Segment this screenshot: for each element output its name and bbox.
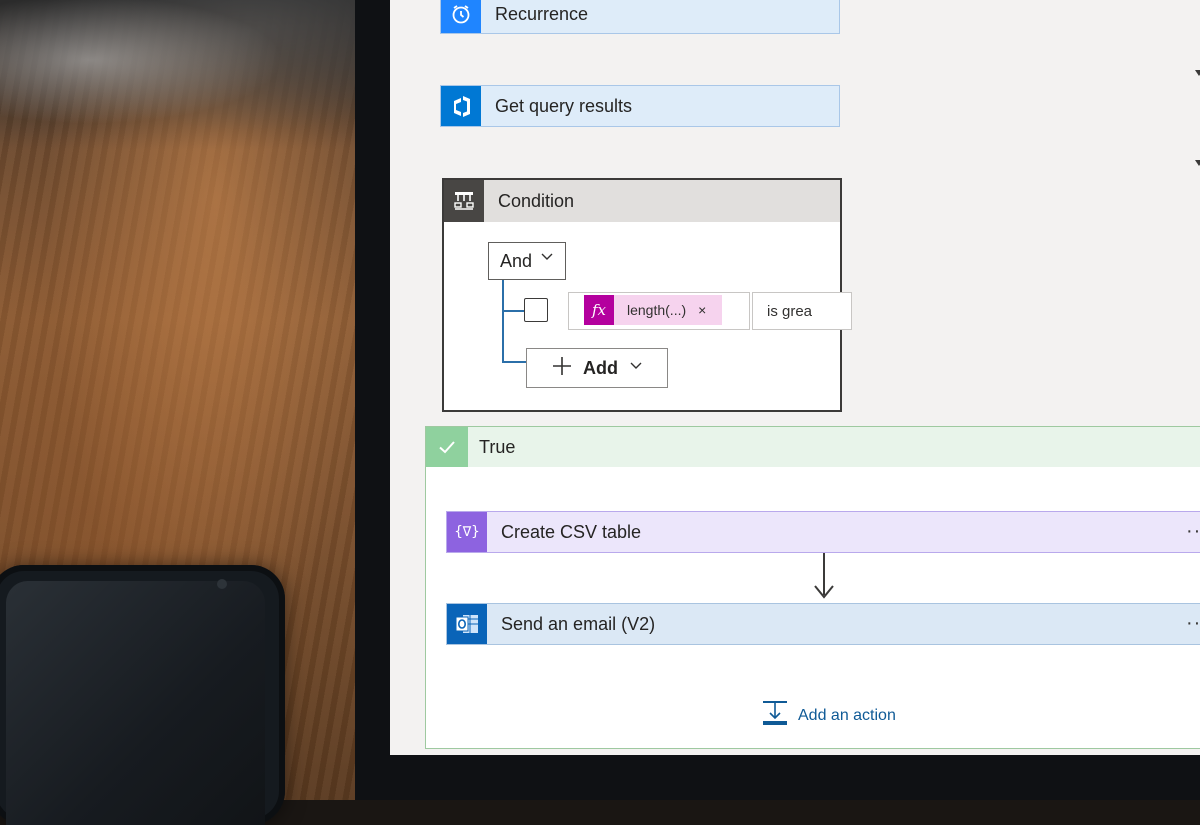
fx-icon: fx [584,295,614,325]
arrow-down-icon [1195,160,1200,166]
add-label: Add [583,357,618,378]
recurrence-card[interactable]: Recurrence [440,0,840,34]
true-branch-header[interactable]: True [426,427,1200,467]
tree-line [502,280,504,362]
add-action-icon [761,699,789,732]
plus-icon [551,354,573,382]
add-condition-button[interactable]: Add [526,348,668,388]
get-query-results-card[interactable]: Get query results [440,85,840,127]
arrow-down-icon [814,585,834,604]
tree-line [502,361,526,363]
true-branch-title: True [479,436,516,457]
phone-screen [6,581,265,825]
smartphone [0,565,285,825]
more-options-icon[interactable]: ··· [1186,612,1200,635]
expression-token[interactable]: fx length(...) × [584,295,722,325]
group-operator-value: And [500,250,533,271]
create-csv-table-card[interactable]: {∇} Create CSV table ··· [446,511,1200,553]
condition-header[interactable]: Condition [444,180,840,222]
add-an-action-button[interactable]: Add an action [761,699,896,732]
checkmark-icon [426,427,468,467]
condition-row-checkbox[interactable] [524,298,548,322]
outlook-icon [447,604,487,644]
devops-icon [441,86,481,126]
recurrence-title: Recurrence [495,3,589,24]
create-csv-table-title: Create CSV table [501,521,642,542]
alarm-clock-icon [441,0,481,33]
arrow-down-icon [1195,70,1200,76]
blurred-wall-background [0,0,360,150]
send-an-email-title: Send an email (V2) [501,613,656,634]
chevron-down-icon [628,358,644,379]
phone-camera [217,579,227,589]
add-an-action-label: Add an action [798,706,896,724]
group-operator-dropdown[interactable]: And [488,242,566,280]
tree-line [502,310,524,312]
remove-token-icon[interactable]: × [698,302,706,318]
condition-card: Condition And fx length(...) × is grea A… [442,178,852,412]
comparison-operator-dropdown[interactable]: is grea [752,292,852,330]
more-options-icon[interactable]: ··· [1186,520,1200,543]
condition-title: Condition [498,190,575,211]
send-an-email-card[interactable]: Send an email (V2) ··· [446,603,1200,645]
expression-token-label: length(...) [627,302,687,318]
true-branch: True {∇} Create CSV table ··· Send an em… [425,426,1200,749]
get-query-results-title: Get query results [495,95,633,116]
chevron-down-icon [539,249,555,270]
condition-left-operand-field[interactable]: fx length(...) × [568,292,750,330]
data-operation-icon: {∇} [447,512,487,552]
condition-icon [444,180,484,222]
